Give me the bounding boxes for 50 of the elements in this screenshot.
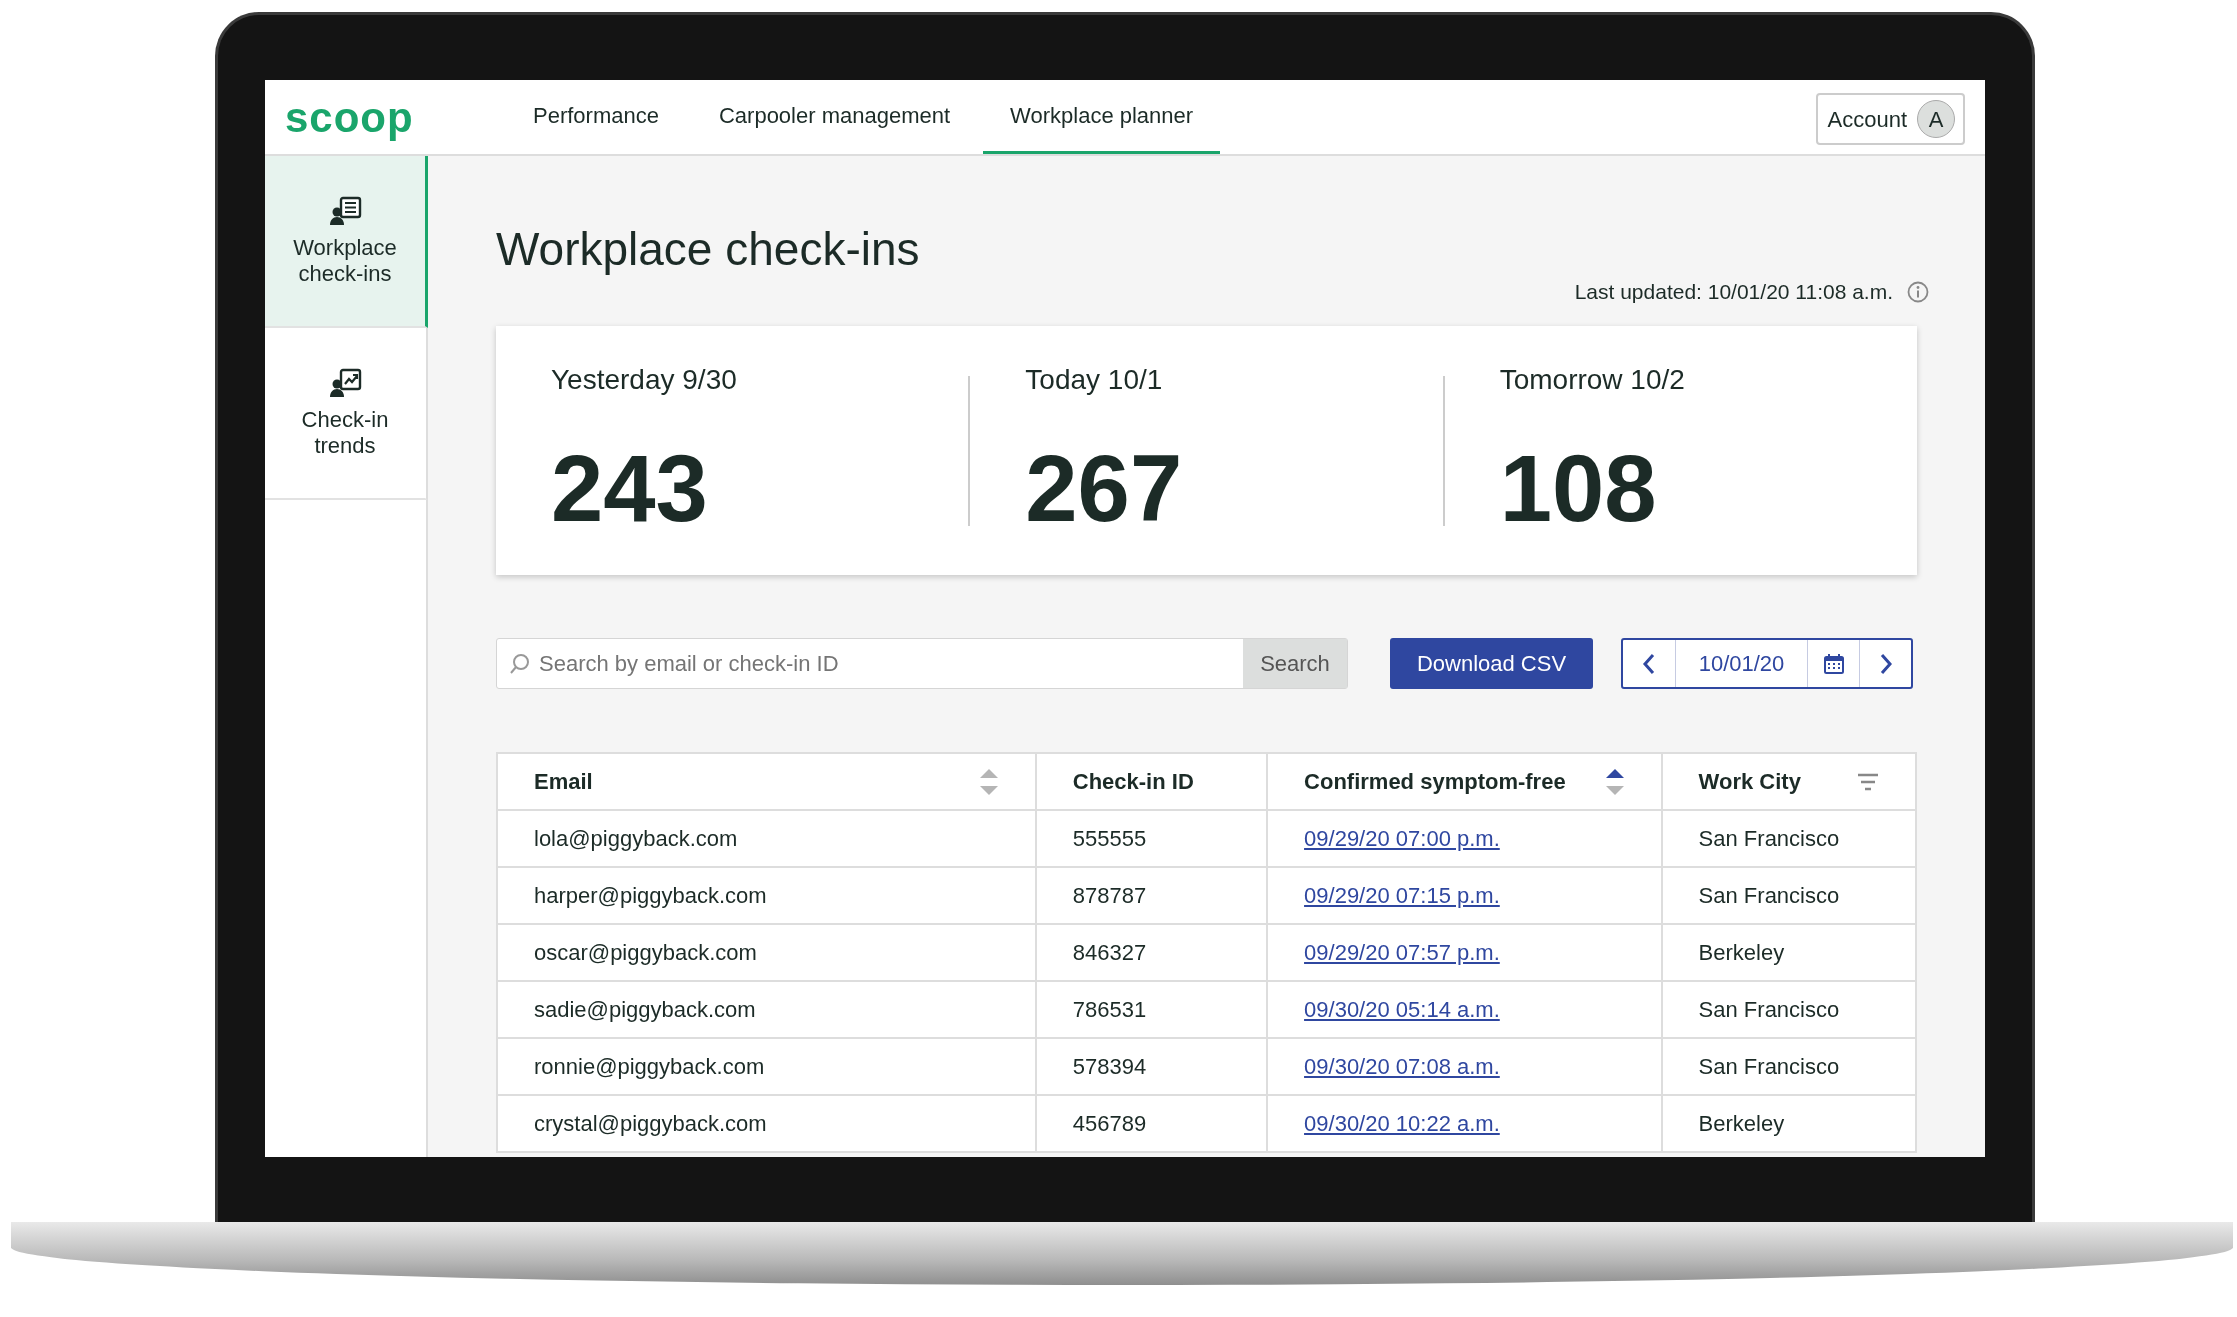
table-cell: harper@piggyback.com [534,883,767,909]
table-cell: San Francisco [1698,1054,1840,1080]
table-cell: 456789 [1072,1111,1147,1137]
table-cell: lola@piggyback.com [534,826,738,852]
person-chart-icon [328,366,362,399]
search-field[interactable]: Search by email or check-in ID Search [496,638,1348,690]
table-cell: 846327 [1072,940,1147,966]
nav-tab[interactable]: Carpooler management [691,80,978,154]
table-cell: 578394 [1072,1054,1147,1080]
calendar-icon [1822,652,1845,675]
stat-value: 108 [1499,450,1658,526]
column-header: Work City [1698,768,1801,797]
stat-value: 267 [1025,450,1184,526]
table-cell: San Francisco [1698,997,1840,1023]
date-value: 10/01/20 [1675,640,1807,688]
person-list-icon [328,194,362,227]
logo: scoop [284,92,415,143]
sidebar-item[interactable]: Workplace check-ins [265,156,428,328]
last-updated-text: Last updated: 10/01/20 11:08 a.m. [1574,279,1893,306]
table-cell: oscar@piggyback.com [534,940,757,966]
chevron-left-icon [1642,652,1656,675]
download-csv-button[interactable]: Download CSV [1390,638,1593,690]
table-cell: Berkeley [1698,940,1785,966]
search-button[interactable]: Search [1243,639,1347,689]
stat-label: Today 10/1 [1025,365,1164,394]
table-cell: ronnie@piggyback.com [534,1054,765,1080]
table-cell: 786531 [1072,997,1147,1023]
table-cell: 878787 [1072,883,1147,909]
stat-label: Tomorrow 10/2 [1499,365,1686,394]
filter-icon[interactable] [1857,772,1879,791]
table-cell: sadie@piggyback.com [534,997,756,1023]
sidebar-item[interactable]: Check-in trends [265,328,428,500]
stat-label: Yesterday 9/30 [551,365,738,394]
column-header: Confirmed symptom-free [1304,768,1566,797]
table-cell: crystal@piggyback.com [534,1111,767,1137]
column-header: Check-in ID [1072,768,1194,797]
chevron-right-icon [1878,652,1893,675]
account-button[interactable]: Account A [1815,93,1965,145]
column-header: Email [534,768,593,797]
nav-tab[interactable]: Performance [506,80,686,154]
info-icon [1907,281,1929,304]
table-cell: San Francisco [1698,826,1840,852]
nav-tab[interactable]: Workplace planner [983,80,1221,154]
table-cell: 555555 [1072,826,1147,852]
page-title: Workplace check-ins [496,222,921,277]
stat-value: 243 [551,450,709,526]
table-cell: Berkeley [1698,1111,1785,1137]
table-cell: San Francisco [1698,883,1840,909]
avatar: A [1917,100,1955,138]
sort-icon[interactable] [1604,767,1625,796]
